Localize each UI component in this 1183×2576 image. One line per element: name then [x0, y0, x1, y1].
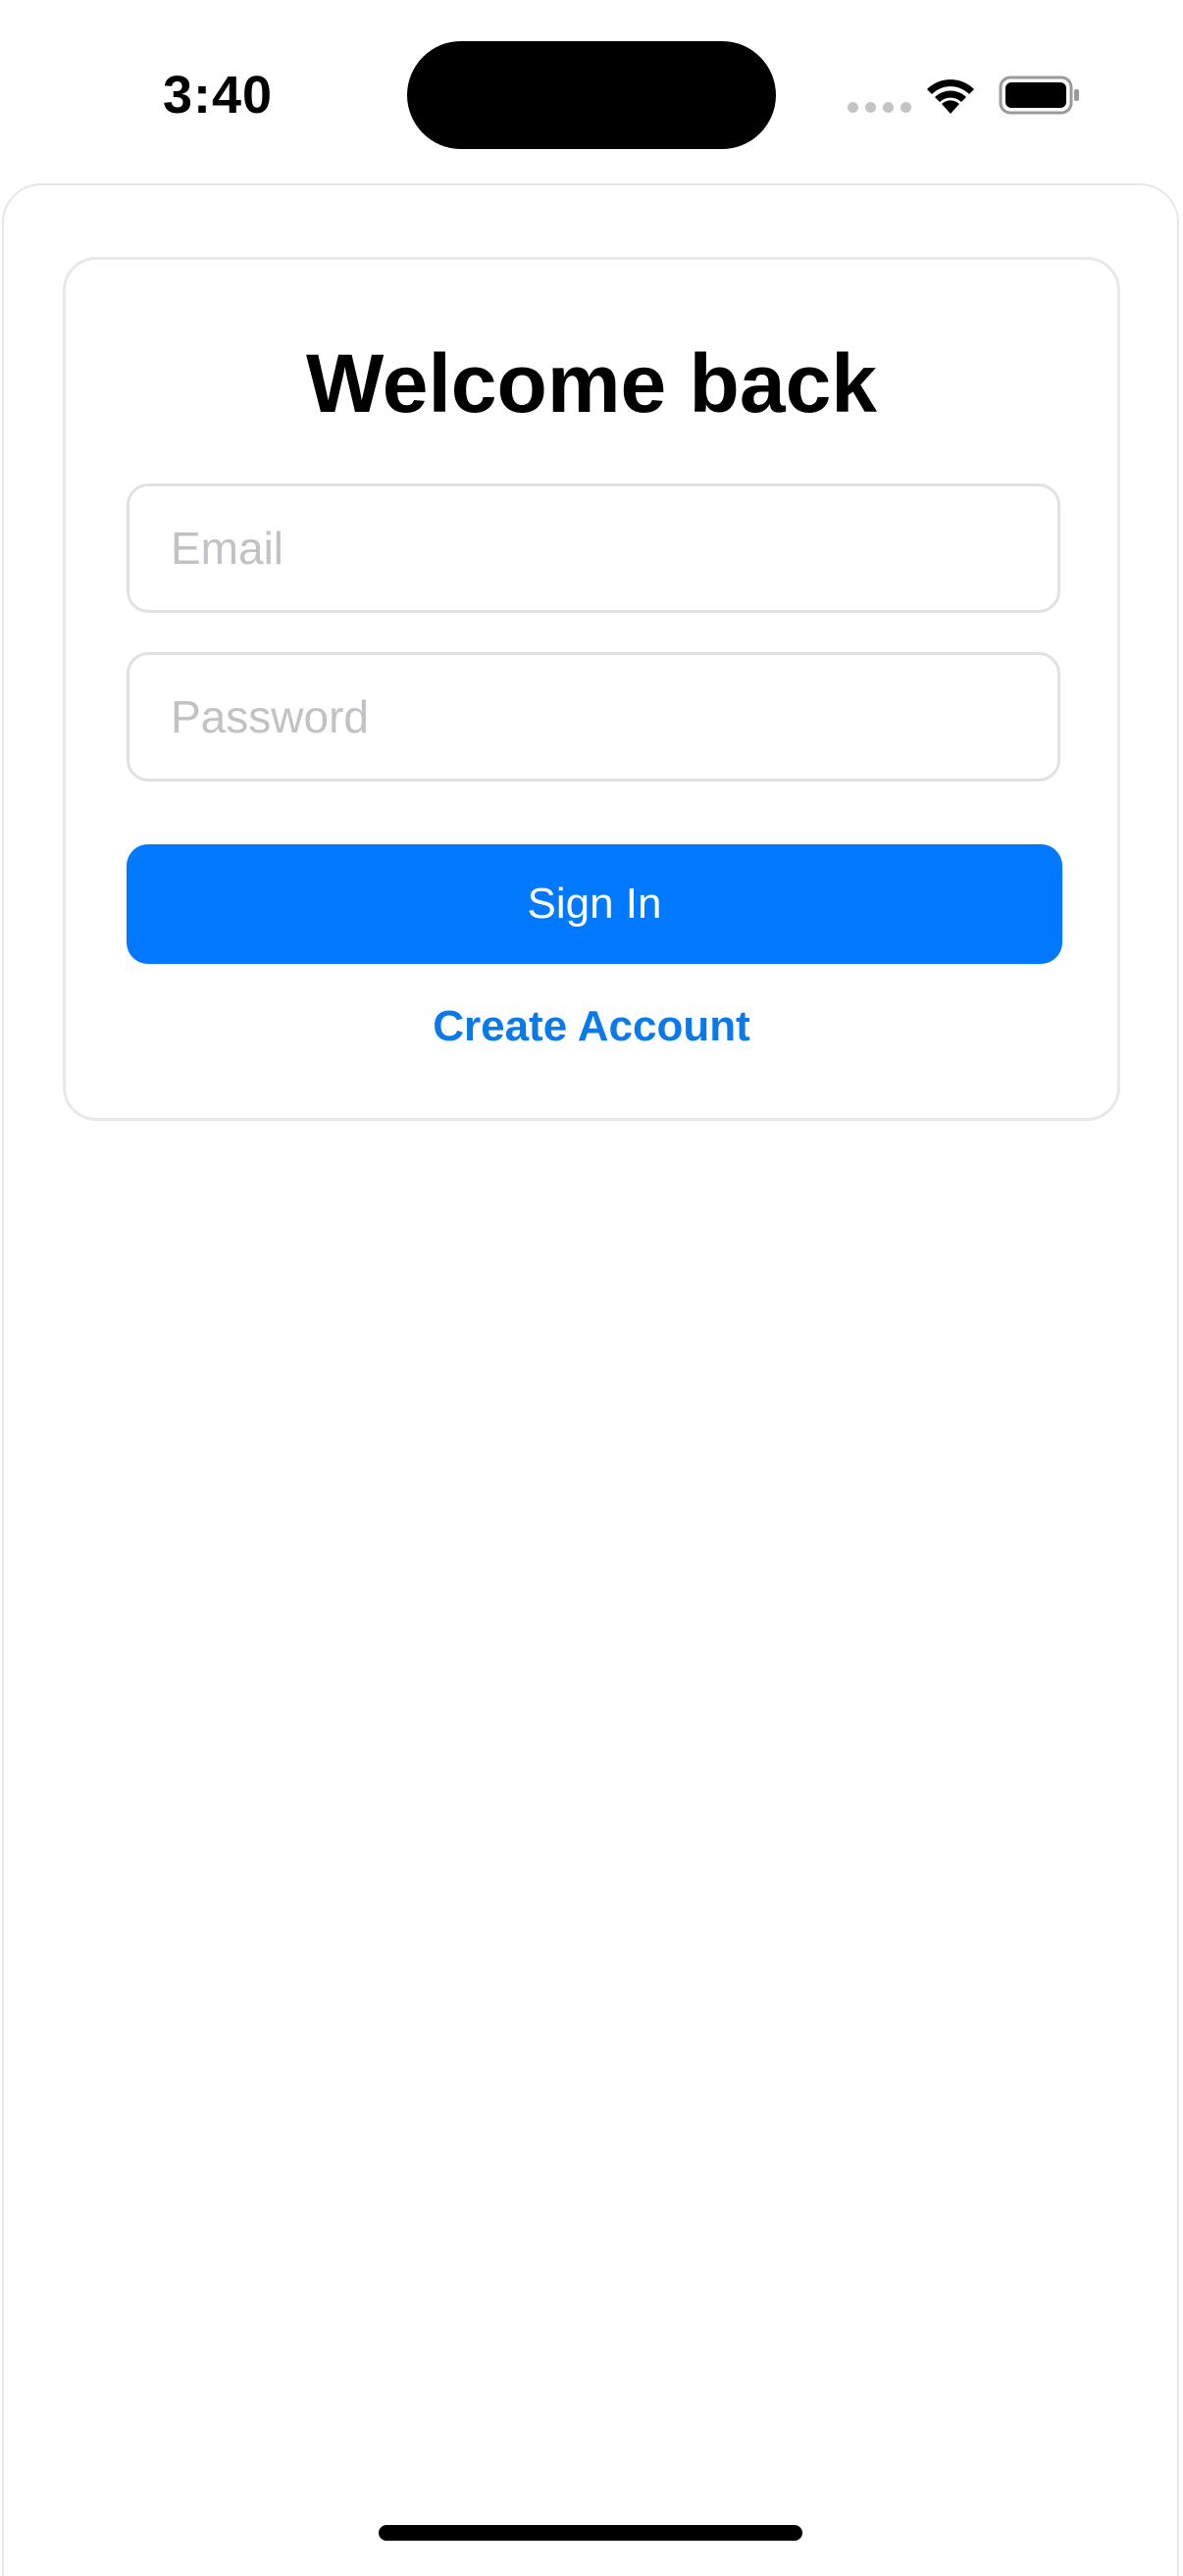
battery-icon — [999, 76, 1079, 115]
wifi-icon — [927, 79, 974, 114]
signal-dots-icon — [848, 102, 911, 113]
sign-in-button[interactable]: Sign In — [127, 844, 1062, 964]
password-field[interactable] — [127, 652, 1060, 782]
status-bar: 3:40 — [0, 0, 1183, 181]
create-account-link[interactable]: Create Account — [66, 997, 1117, 1056]
login-card: Welcome back Sign In Create Account — [63, 257, 1120, 1121]
email-field[interactable] — [127, 483, 1060, 613]
status-time: 3:40 — [163, 66, 274, 125]
page-title: Welcome back — [305, 337, 878, 429]
home-indicator — [379, 2525, 802, 2541]
dynamic-island — [407, 41, 776, 149]
